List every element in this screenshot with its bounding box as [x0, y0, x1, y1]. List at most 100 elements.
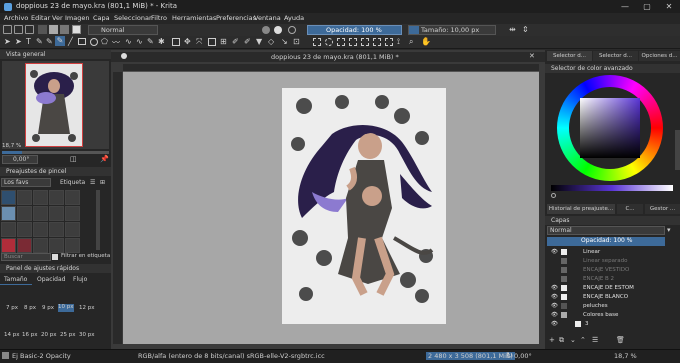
brush-preset[interactable] [33, 238, 48, 253]
brush-preset[interactable] [17, 238, 32, 253]
saturation-value-square[interactable] [580, 98, 640, 158]
similar-select-icon[interactable] [373, 38, 381, 46]
dynamic-brush-icon[interactable]: ✎ [147, 37, 154, 46]
brush-preset[interactable] [17, 206, 32, 221]
size-preset[interactable]: 7 px [6, 305, 18, 311]
quick-tab-size[interactable]: Tamaño [4, 276, 27, 283]
ellipse-tool-icon[interactable] [90, 38, 98, 46]
menu-ver[interactable]: Ver [52, 14, 63, 22]
ellipse-select-icon[interactable] [325, 38, 333, 46]
bezier-tool-icon[interactable]: ∿ [125, 37, 132, 46]
menu-preferencias[interactable]: Preferencias [216, 14, 256, 22]
eye-icon[interactable]: 👁 [551, 248, 558, 257]
polygon-select-icon[interactable] [337, 38, 345, 46]
eye-icon[interactable]: 👁 [551, 320, 558, 329]
layer-row[interactable]: ENCAJE VESTIDO [547, 266, 680, 275]
tab-color-selector-2[interactable]: Selector d... [593, 51, 638, 61]
gradient-icon[interactable] [38, 25, 47, 34]
canvas-page[interactable] [282, 88, 446, 324]
new-document-icon[interactable] [3, 25, 12, 34]
layer-row[interactable]: 👁 ENCAJE BLANCO [547, 293, 680, 302]
document-tab-title[interactable]: doppious 23 de mayo.kra (801,1 MiB) * [271, 53, 399, 61]
size-preset[interactable]: 12 px [79, 305, 95, 311]
close-button[interactable]: ✕ [658, 0, 680, 13]
foreground-color-icon[interactable] [72, 25, 81, 34]
layer-row[interactable]: 👁 3 [547, 320, 680, 329]
pan-tool-icon[interactable]: ✋ [421, 37, 431, 46]
assistant-tool-icon[interactable]: ✎ [46, 37, 53, 46]
text-tool-icon[interactable]: T [26, 37, 31, 46]
eye-icon[interactable]: 👁 [551, 311, 558, 320]
layer-row[interactable]: Linear separado [547, 257, 680, 266]
layer-blend-select[interactable]: Normal [547, 226, 665, 235]
transform-tool-icon[interactable]: ⤧ [196, 37, 202, 47]
quick-tab-opacity[interactable]: Opacidad [37, 276, 65, 283]
rectangle-tool-icon[interactable] [78, 38, 86, 45]
menu-editar[interactable]: Editar [31, 14, 50, 22]
reference-tool-icon[interactable]: ⊡ [293, 37, 300, 46]
save-icon[interactable] [25, 25, 34, 34]
pattern-icon[interactable] [49, 25, 58, 34]
layer-down-icon[interactable]: ⌃ [580, 336, 586, 344]
layer-row[interactable]: 👁 peluches [547, 302, 680, 311]
add-layer-icon[interactable]: + [549, 336, 555, 344]
tab-tool-options[interactable]: Opciones d... [639, 51, 680, 61]
color-palette-scroll[interactable] [675, 130, 680, 170]
freehand-path-icon[interactable]: ∿ [136, 37, 143, 46]
layer-up-icon[interactable]: ⌄ [570, 336, 576, 344]
filter-tag-checkbox[interactable] [52, 254, 58, 260]
move-tool-icon[interactable]: ✥ [184, 37, 191, 46]
brush-view-icon[interactable]: ☰ [90, 179, 95, 186]
status-rotation[interactable]: 0,00° [514, 352, 532, 360]
zoom-tool-icon[interactable]: ⌕ [409, 37, 413, 47]
brush-preset[interactable] [65, 238, 80, 253]
status-zoom[interactable]: 18,7 % [614, 352, 637, 360]
size-slider[interactable]: Tamaño: 10,00 px [408, 25, 496, 35]
gradient-tool-icon[interactable] [208, 38, 216, 46]
erase-mode-icon[interactable] [262, 26, 270, 34]
menu-archivo[interactable]: Archivo [4, 14, 28, 22]
layer-row[interactable]: 👁 Colores base [547, 311, 680, 320]
multibrush-icon[interactable]: ✱ [158, 37, 165, 46]
overview-rotation-field[interactable]: 0,00° [2, 155, 38, 164]
brush-scrollbar[interactable] [96, 190, 100, 250]
open-document-icon[interactable] [14, 25, 23, 34]
brush-preset[interactable] [65, 206, 80, 221]
layer-filter-icon[interactable]: ▾ [667, 226, 671, 234]
brush-preset[interactable] [33, 190, 48, 205]
brush-preset[interactable] [49, 206, 64, 221]
menu-seleccionar[interactable]: Seleccionar [114, 14, 152, 22]
overview-thumbnail[interactable] [2, 61, 109, 149]
brush-grid-icon[interactable]: ⊞ [100, 179, 105, 186]
brush-preset-icon[interactable] [60, 25, 69, 34]
rect-select-icon[interactable] [313, 38, 321, 46]
brush-preset[interactable] [17, 222, 32, 237]
size-preset[interactable]: 14 px [4, 332, 20, 338]
layer-row[interactable]: ENCAJE B 2 [547, 275, 680, 284]
eyedropper-icon[interactable]: ✐ [232, 37, 239, 46]
eye-icon[interactable]: 👁 [551, 284, 558, 293]
reload-preset-icon[interactable] [288, 26, 296, 34]
polyline-tool-icon[interactable]: 〰 [112, 37, 120, 48]
brush-preset[interactable] [33, 222, 48, 237]
brush-preset[interactable] [17, 190, 32, 205]
brush-preset[interactable] [1, 222, 16, 237]
menu-ventana[interactable]: Ventana [254, 14, 281, 22]
tab-c[interactable]: C... [617, 204, 643, 214]
size-preset[interactable]: 8 px [24, 305, 36, 311]
menu-filtro[interactable]: Filtro [151, 14, 167, 22]
menu-imagen[interactable]: Imagen [65, 14, 89, 22]
size-preset[interactable]: 20 px [41, 332, 57, 338]
minimize-button[interactable]: — [614, 0, 636, 13]
calligraphy-icon[interactable]: ✎ [36, 37, 43, 46]
size-preset[interactable]: 9 px [42, 305, 54, 311]
layer-row[interactable]: 👁 ENCAJE DE ESTOM [547, 284, 680, 293]
opacity-slider[interactable]: Opacidad: 100 % [307, 25, 402, 35]
duplicate-layer-icon[interactable]: ⧉ [559, 336, 564, 345]
menu-herramientas[interactable]: Herramientas [172, 14, 216, 22]
size-preset-selected[interactable]: 10 px [58, 304, 74, 312]
assistant-icon[interactable]: ◇ [268, 37, 274, 46]
brush-preset[interactable] [1, 206, 16, 221]
menu-ayuda[interactable]: Ayuda [284, 14, 304, 22]
bezier-select-icon[interactable] [385, 38, 393, 46]
